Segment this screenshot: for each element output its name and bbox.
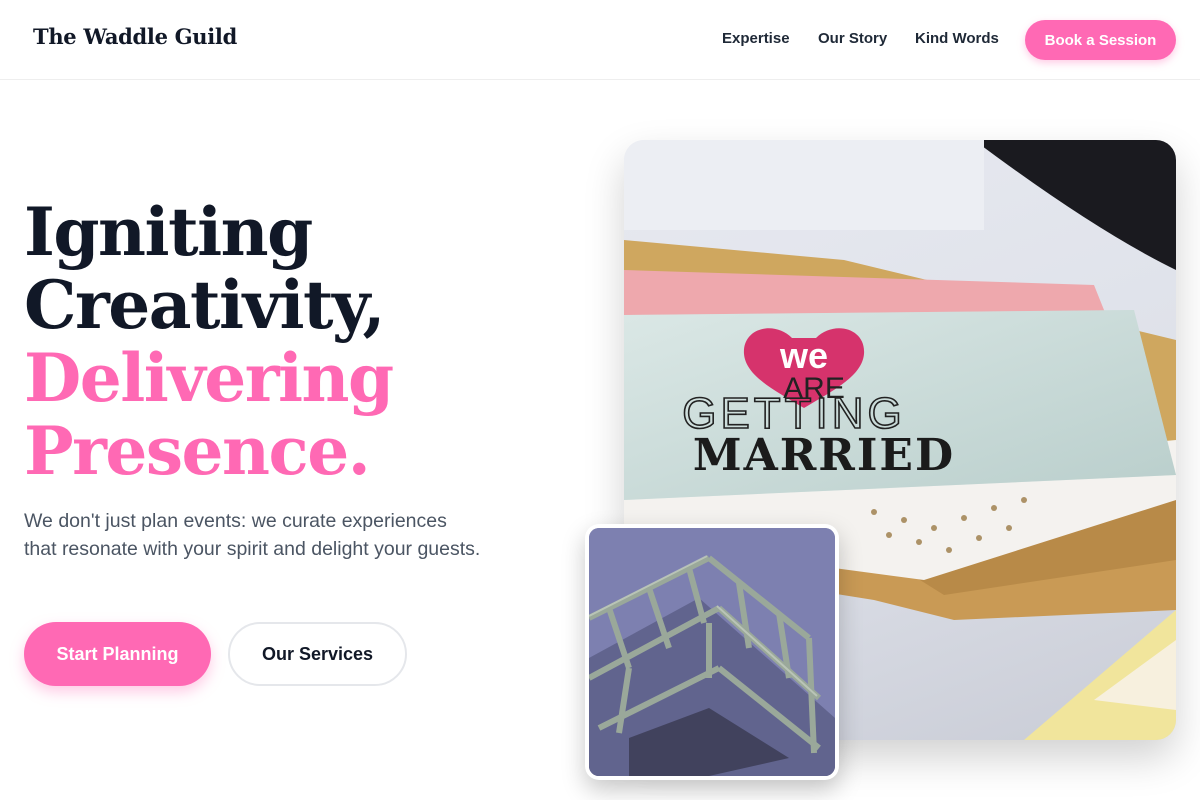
hero-headline: Igniting Creativity, Delivering Presence… bbox=[24, 196, 544, 488]
headline-line-4: Presence. bbox=[24, 412, 371, 490]
stage-truss-photo bbox=[585, 524, 839, 780]
truss-illustration bbox=[589, 528, 835, 776]
hero-subtext: We don't just plan events: we curate exp… bbox=[24, 510, 481, 560]
nav-link-kind-words[interactable]: Kind Words bbox=[915, 30, 999, 47]
nav-link-our-story[interactable]: Our Story bbox=[818, 30, 887, 47]
site-header: The Waddle Guild Expertise Our Story Kin… bbox=[0, 0, 1200, 80]
headline-line-2: Creativity, bbox=[24, 266, 386, 344]
card-heart-word: we bbox=[779, 335, 828, 376]
headline-line-3: Delivering bbox=[24, 339, 394, 417]
headline-line-1: Igniting bbox=[24, 193, 313, 271]
brand-logo[interactable]: The Waddle Guild bbox=[33, 24, 237, 49]
card-line-married: MARRIED bbox=[693, 430, 955, 481]
start-planning-button[interactable]: Start Planning bbox=[24, 622, 211, 686]
stage-truss-image bbox=[589, 528, 835, 776]
our-services-button[interactable]: Our Services bbox=[228, 622, 407, 686]
nav-link-expertise[interactable]: Expertise bbox=[722, 30, 790, 47]
book-session-button[interactable]: Book a Session bbox=[1025, 20, 1176, 60]
